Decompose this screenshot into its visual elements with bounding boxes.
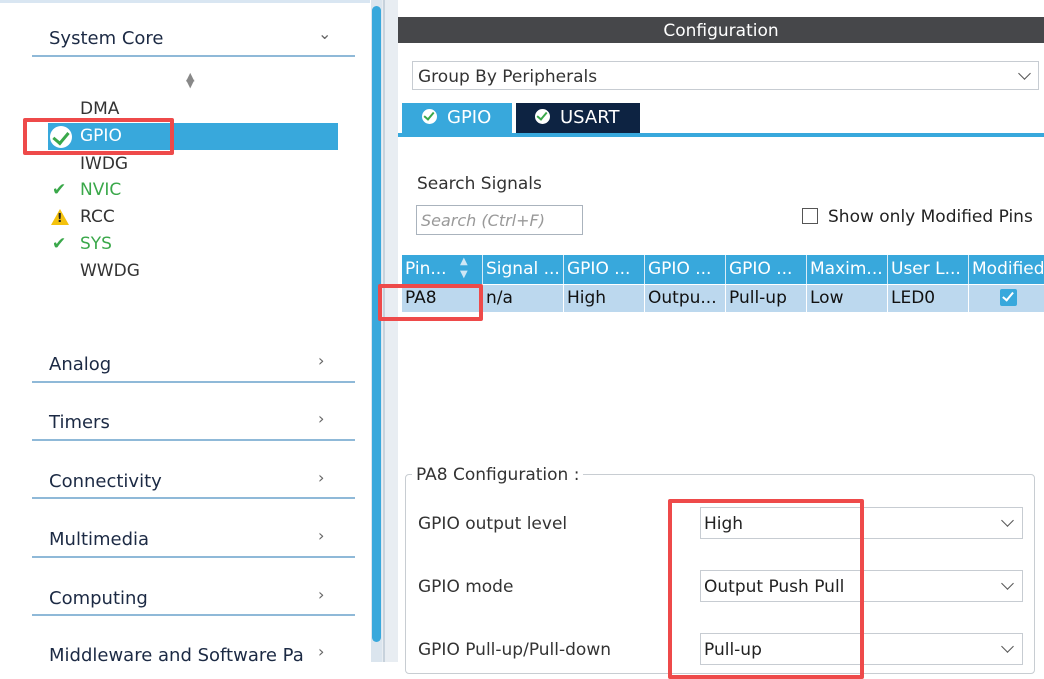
- check-circle-icon: [422, 109, 437, 124]
- column-header-gpio-mode[interactable]: GPIO ...: [645, 255, 726, 284]
- modified-checkbox[interactable]: [1000, 289, 1017, 306]
- sort-icon[interactable]: ▲ ▼: [460, 255, 468, 281]
- sidebar-item-dma[interactable]: DMA: [80, 99, 119, 119]
- sidebar-scrollbar-thumb[interactable]: [372, 6, 381, 642]
- cell-user-label[interactable]: LED0: [888, 285, 969, 312]
- cell-gpio-pull[interactable]: Pull-up: [726, 285, 807, 312]
- gpio-pull-label: GPIO Pull-up/Pull-down: [418, 640, 612, 660]
- chevron-down-icon: [1001, 514, 1014, 527]
- configuration-header: Configuration: [398, 17, 1044, 43]
- chevron-down-icon[interactable]: ⌄: [318, 24, 331, 43]
- category-divider: [32, 614, 355, 616]
- peripheral-sidebar: System Core ⌄ ▲ ▼ DMA GPIO IWDG ✔ NVIC ! …: [0, 0, 370, 662]
- chevron-right-icon[interactable]: ›: [318, 351, 324, 370]
- category-computing[interactable]: Computing: [49, 588, 148, 609]
- category-divider: [32, 55, 355, 57]
- chevron-right-icon[interactable]: ›: [318, 642, 324, 661]
- group-by-select[interactable]: Group By Peripherals: [412, 61, 1039, 90]
- column-header-gpio-pull[interactable]: GPIO ...: [726, 255, 807, 284]
- category-analog[interactable]: Analog: [49, 354, 111, 375]
- highlight-box-config: [668, 499, 864, 679]
- column-header-label: Pin...: [405, 259, 447, 279]
- cell-gpio-output-level[interactable]: High: [564, 285, 645, 312]
- category-middleware[interactable]: Middleware and Software Pa: [49, 645, 304, 662]
- category-divider: [32, 556, 355, 558]
- group-by-value: Group By Peripherals: [418, 67, 598, 87]
- tab-gpio-label: GPIO: [447, 107, 492, 128]
- highlight-box-pa8: [378, 284, 483, 321]
- warning-icon-mark: !: [57, 211, 63, 225]
- column-header-signal[interactable]: Signal ...: [483, 255, 564, 284]
- chevron-down-icon: [1018, 67, 1031, 80]
- category-divider: [32, 497, 355, 499]
- gpio-output-level-label: GPIO output level: [418, 514, 568, 534]
- show-modified-checkbox[interactable]: [802, 208, 818, 224]
- search-input[interactable]: [416, 205, 583, 235]
- search-signals-label: Search Signals: [417, 174, 542, 194]
- tab-usart-label: USART: [560, 107, 620, 128]
- category-timers[interactable]: Timers: [49, 412, 110, 433]
- column-header-max-speed[interactable]: Maxim...: [807, 255, 888, 284]
- chevron-down-icon: [1001, 640, 1014, 653]
- sidebar-item-iwdg[interactable]: IWDG: [80, 154, 128, 174]
- panel-splitter-line: [383, 0, 385, 662]
- category-connectivity[interactable]: Connectivity: [49, 471, 162, 492]
- cell-gpio-mode[interactable]: Outpu...: [645, 285, 726, 312]
- sort-icon[interactable]: ▲ ▼: [186, 71, 194, 89]
- check-icon: ✔: [52, 234, 67, 254]
- tab-gpio[interactable]: GPIO: [402, 103, 512, 133]
- tab-usart[interactable]: USART: [516, 103, 640, 133]
- cell-signal[interactable]: n/a: [483, 285, 564, 312]
- cell-max-speed[interactable]: Low: [807, 285, 888, 312]
- gpio-mode-label: GPIO mode: [418, 577, 514, 597]
- column-header-user-label[interactable]: User L...: [888, 255, 969, 284]
- tab-underline: [398, 133, 1044, 137]
- sidebar-item-rcc[interactable]: RCC: [80, 207, 115, 227]
- chevron-right-icon[interactable]: ›: [318, 409, 324, 428]
- column-header-gpio-output-level[interactable]: GPIO ...: [564, 255, 645, 284]
- sidebar-top-border: [0, 0, 370, 3]
- check-icon: ✔: [52, 180, 67, 200]
- show-modified-label[interactable]: Show only Modified Pins: [828, 207, 1033, 227]
- chevron-right-icon[interactable]: ›: [318, 468, 324, 487]
- pin-config-title: PA8 Configuration :: [412, 465, 584, 485]
- check-circle-icon: [535, 109, 550, 124]
- sidebar-item-sys[interactable]: SYS: [80, 234, 112, 254]
- sidebar-item-nvic[interactable]: NVIC: [80, 180, 121, 200]
- sidebar-item-wwdg[interactable]: WWDG: [80, 261, 140, 281]
- category-divider: [32, 381, 355, 383]
- category-divider: [32, 439, 355, 441]
- chevron-right-icon[interactable]: ›: [318, 526, 324, 545]
- chevron-down-icon: [1001, 577, 1014, 590]
- chevron-right-icon[interactable]: ›: [318, 585, 324, 604]
- category-system-core[interactable]: System Core: [49, 28, 164, 49]
- category-multimedia[interactable]: Multimedia: [49, 529, 149, 550]
- column-header-modified[interactable]: Modified: [969, 255, 1044, 284]
- highlight-box-gpio: [23, 118, 174, 155]
- column-header-pin[interactable]: Pin... ▲ ▼: [402, 255, 483, 284]
